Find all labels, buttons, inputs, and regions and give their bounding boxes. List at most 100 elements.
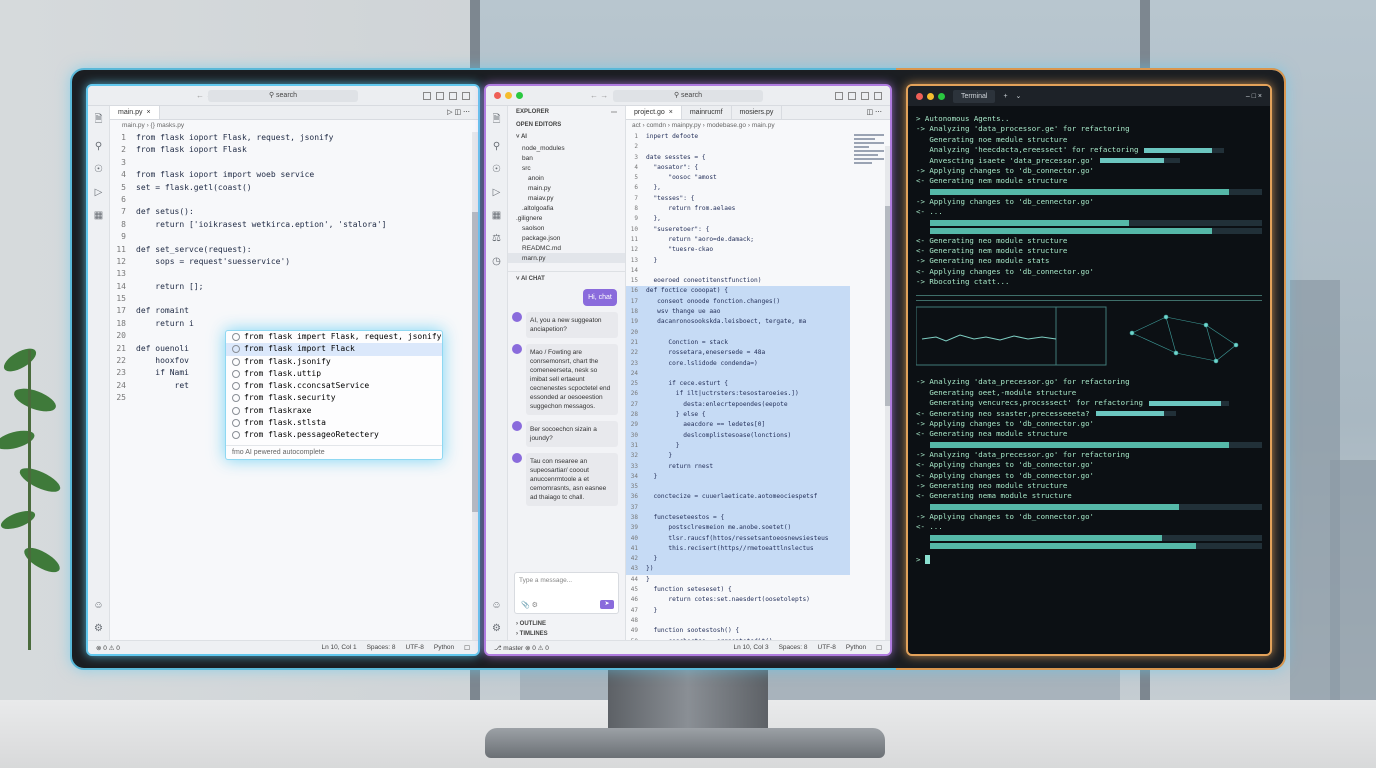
nav-arrows[interactable]: ← → xyxy=(590,91,608,100)
settings-gear-icon[interactable]: ⚙ xyxy=(94,623,103,634)
encoding[interactable]: UTF-8 xyxy=(818,644,836,652)
autocomplete-item[interactable]: from flask.jsonify xyxy=(226,356,442,368)
editor-actions[interactable]: ◫ ⋯ xyxy=(858,106,890,119)
autocomplete-item[interactable]: from flask import Flack xyxy=(226,343,442,356)
settings-gear-icon[interactable]: ⚙ xyxy=(492,623,501,634)
ai-chat-header[interactable]: ˅ AI CHAT xyxy=(508,271,625,285)
attach-icon[interactable]: 📎 ⚙ xyxy=(521,601,538,609)
file-tree-item[interactable]: node_modules xyxy=(508,143,625,153)
source-control-icon[interactable]: ☉ xyxy=(492,164,501,175)
file-tree-item[interactable]: ban xyxy=(508,153,625,163)
cursor-position[interactable]: Ln 10, Col 3 xyxy=(734,644,769,652)
tab-project-go[interactable]: project.go × xyxy=(626,106,682,119)
cursor-position[interactable]: Ln 10, Col 1 xyxy=(322,644,357,652)
scrollbar[interactable] xyxy=(885,146,890,640)
file-tree-item[interactable]: saolson xyxy=(508,223,625,233)
language-mode[interactable]: Python xyxy=(846,644,866,652)
chat-input[interactable]: Type a message... 📎 ⚙ ➤ xyxy=(514,572,619,614)
tab-label: project.go xyxy=(634,109,665,116)
encoding[interactable]: UTF-8 xyxy=(406,644,424,652)
file-tree-item[interactable]: main.py xyxy=(508,183,625,193)
indentation[interactable]: Spaces: 8 xyxy=(367,644,396,652)
layout-buttons[interactable] xyxy=(423,91,470,100)
mid-search-box[interactable]: ⚲ search xyxy=(613,89,763,102)
file-tree-item[interactable]: marn.py xyxy=(508,253,625,263)
timeline-header[interactable]: › TIMLINES xyxy=(508,628,556,640)
tab-main-py[interactable]: main.py × xyxy=(110,106,160,119)
scroll-thumb[interactable] xyxy=(472,212,478,512)
autocomplete-item[interactable]: from flask.cconcsatService xyxy=(226,380,442,392)
bell-icon[interactable]: ☐ xyxy=(464,644,470,652)
folder-header[interactable]: ˅ AI xyxy=(508,131,625,143)
more-icon[interactable]: ⋯ xyxy=(611,109,617,116)
autocomplete-item[interactable]: from flask.pessageoRetectery xyxy=(226,429,442,441)
indentation[interactable]: Spaces: 8 xyxy=(779,644,808,652)
file-tree-item[interactable]: src xyxy=(508,163,625,173)
run-debug-icon[interactable]: ▷ xyxy=(95,187,103,198)
autocomplete-item[interactable]: from flask impert Flask, request, jsonif… xyxy=(226,331,442,343)
line-number: 5 xyxy=(634,174,638,182)
layout-buttons[interactable] xyxy=(835,91,882,100)
explorer-header: EXPLORER ⋯ xyxy=(508,106,625,119)
search-icon[interactable]: ⚲ xyxy=(493,141,500,152)
chevron-down-icon[interactable]: ⌄ xyxy=(1016,92,1022,100)
code-line: 5 "oosoc "amost xyxy=(626,173,850,183)
close-dot[interactable] xyxy=(916,92,923,100)
account-icon[interactable]: ☺ xyxy=(93,600,103,611)
autocomplete-item[interactable]: from flask.security xyxy=(226,392,442,404)
maximize-dot[interactable] xyxy=(516,92,523,99)
window-controls[interactable] xyxy=(916,92,945,100)
send-button[interactable]: ➤ xyxy=(600,600,614,609)
run-debug-icon[interactable]: ▷ xyxy=(493,187,501,198)
maximize-dot[interactable] xyxy=(938,92,945,100)
autocomplete-item[interactable]: from flaskraxe xyxy=(226,405,442,417)
terminal-text: <- Applying changes to 'db_connector.go' xyxy=(916,266,1094,276)
problems-count[interactable]: ⊗ 0 ⚠ 0 xyxy=(96,644,120,652)
search-icon[interactable]: ⚲ xyxy=(95,141,102,152)
file-tree-item[interactable]: anoin xyxy=(508,173,625,183)
autocomplete-item[interactable]: from flask.stlsta xyxy=(226,417,442,429)
terminal-text: -> Applying changes to 'db_cennector.go' xyxy=(916,196,1094,206)
autocomplete-item[interactable]: from flask.uttip xyxy=(226,368,442,380)
terminal-prompt[interactable]: > xyxy=(916,555,1262,565)
code-editor[interactable]: 1 inpert defoote 2 3 date sesstes = {4 "aosa… xyxy=(626,132,850,654)
close-icon[interactable]: × xyxy=(669,109,673,116)
file-tree-item[interactable]: maiav.py xyxy=(508,193,625,203)
close-dot[interactable] xyxy=(494,92,501,99)
scrollbar[interactable] xyxy=(472,132,478,640)
flask-icon[interactable]: ⚖ xyxy=(492,233,501,244)
branch-status[interactable]: ⎇ master ⊗ 0 ⚠ 0 xyxy=(494,644,549,652)
terminal-output[interactable]: > Autonomous Agents.. -> Analyzing 'data_… xyxy=(908,106,1270,573)
language-mode[interactable]: Python xyxy=(434,644,454,652)
new-tab-icon[interactable]: + xyxy=(1003,93,1007,100)
extensions-icon[interactable]: ▦ xyxy=(94,210,103,221)
bell-icon[interactable]: ☐ xyxy=(876,644,882,652)
terminal-tab[interactable]: Terminal xyxy=(953,89,996,103)
tab-mainrucmf[interactable]: mainrucmf xyxy=(682,106,732,119)
code-text: def foctice cooopat) { xyxy=(646,287,728,295)
files-icon[interactable]: 🗎 xyxy=(492,112,500,129)
account-icon[interactable]: ☺ xyxy=(491,600,501,611)
source-control-icon[interactable]: ☉ xyxy=(94,164,103,175)
line-number: 35 xyxy=(630,483,638,491)
files-icon[interactable]: 🗎 xyxy=(94,112,102,129)
minimize-dot[interactable] xyxy=(927,92,934,100)
file-tree-item[interactable]: .gilignere xyxy=(508,213,625,223)
tab-mosiers-py[interactable]: mosiers.py xyxy=(732,106,783,119)
minimize-dot[interactable] xyxy=(505,92,512,99)
clock-icon[interactable]: ◷ xyxy=(492,256,501,267)
file-tree-item[interactable]: READMC.md xyxy=(508,243,625,253)
window-controls[interactable] xyxy=(494,92,523,99)
extensions-icon[interactable]: ▦ xyxy=(492,210,501,221)
line-number: 36 xyxy=(630,493,638,501)
close-icon[interactable]: × xyxy=(147,109,151,116)
editor-actions[interactable]: ▷ ◫ ⋯ xyxy=(439,106,478,119)
minimap[interactable] xyxy=(854,132,884,202)
file-tree-item[interactable]: package.json xyxy=(508,233,625,243)
file-tree-item[interactable]: .altolgoafia xyxy=(508,203,625,213)
scroll-thumb[interactable] xyxy=(885,206,890,406)
open-editors-header[interactable]: OPEN EDITORS xyxy=(508,119,625,131)
left-search-box[interactable]: ⚲ search xyxy=(208,89,358,102)
window-buttons[interactable]: – □ × xyxy=(1246,93,1262,100)
left-activity-bar: 🗎 ⚲ ☉ ▷ ▦ ☺ ⚙ xyxy=(88,106,110,640)
